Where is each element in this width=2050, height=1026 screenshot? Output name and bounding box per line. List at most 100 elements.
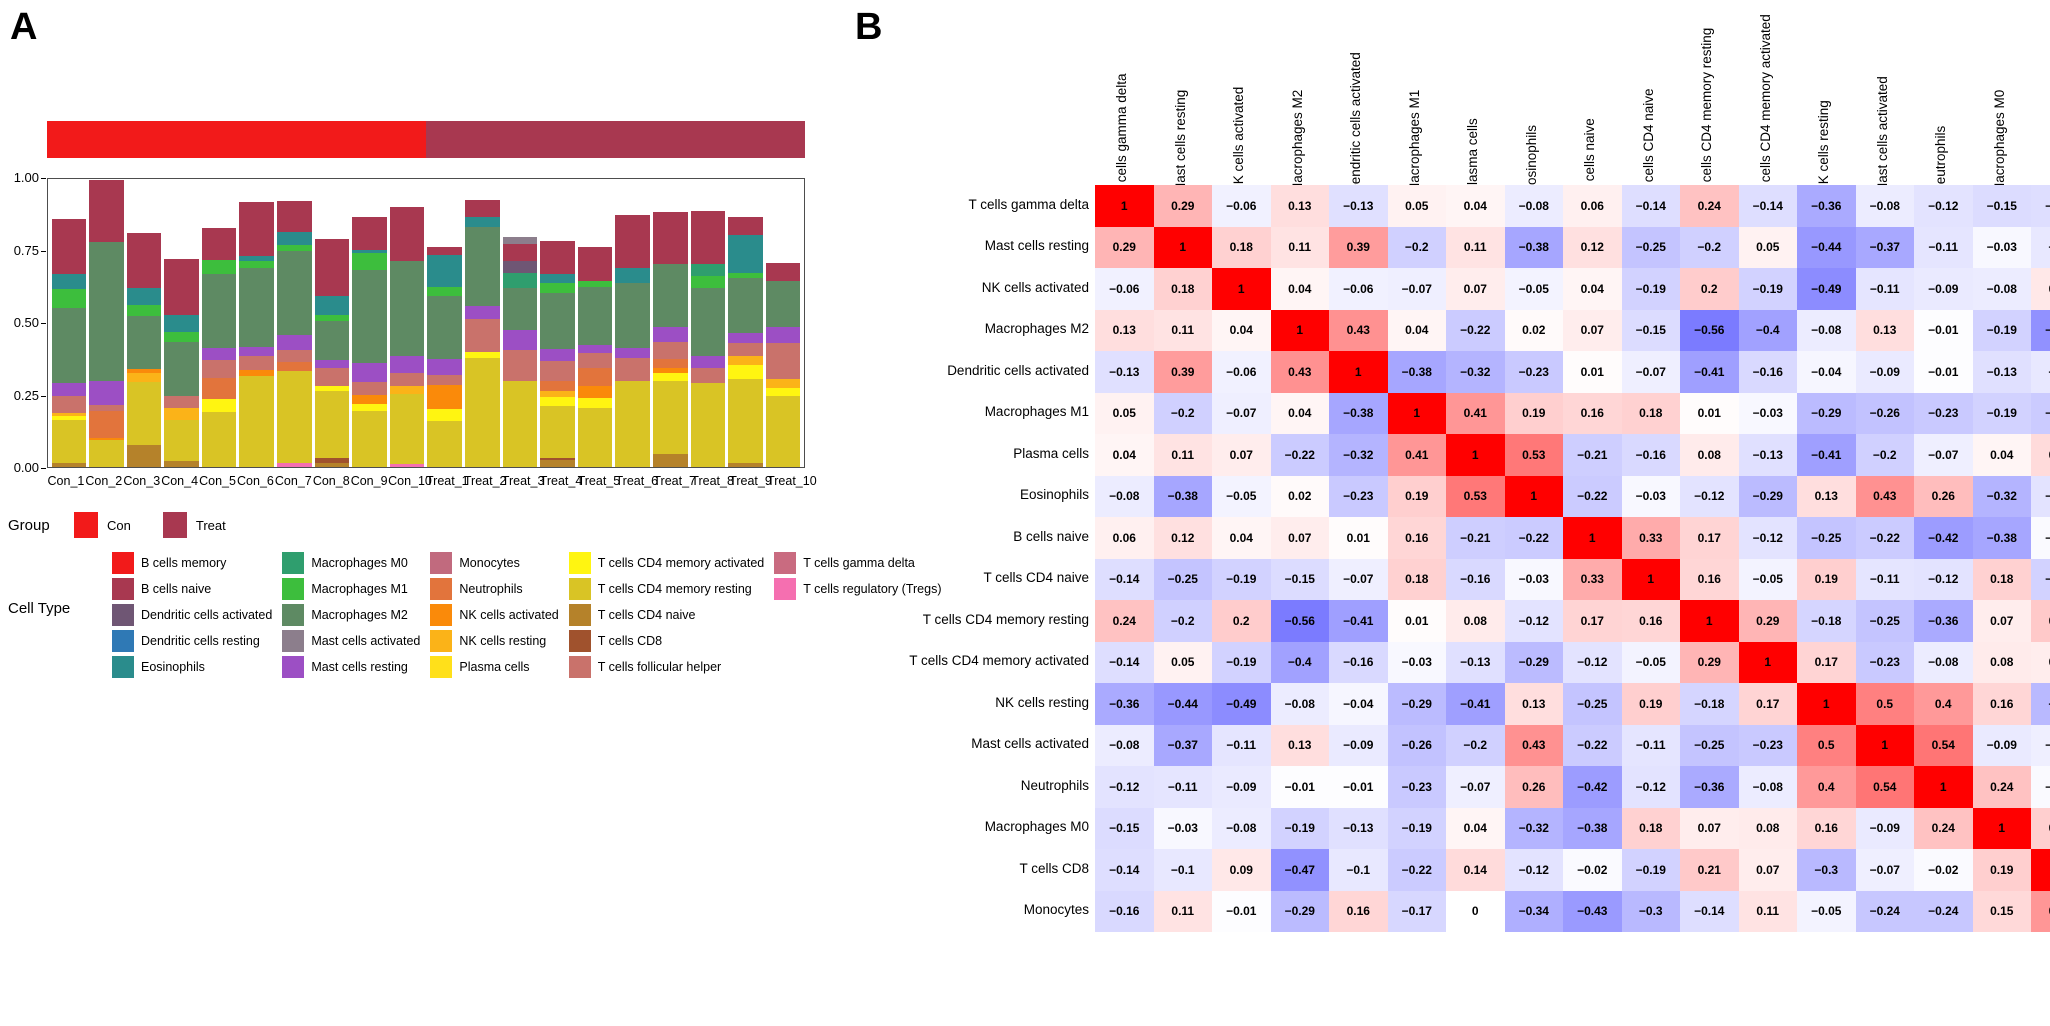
stacked-bar[interactable]	[427, 179, 463, 467]
heatmap-cell[interactable]: 1	[1621, 558, 1680, 600]
heatmap-cell[interactable]: −0.12	[1095, 766, 1154, 808]
cell-legend-item[interactable]: Plasma cells	[430, 656, 558, 678]
heatmap-cell[interactable]: 0.39	[1153, 351, 1212, 393]
heatmap-cell[interactable]: 0.09	[1212, 849, 1271, 891]
heatmap-cell[interactable]: 0.17	[1680, 517, 1739, 559]
heatmap-cell[interactable]: −0.07	[1621, 351, 1680, 393]
heatmap-cell[interactable]: −0.12	[1914, 185, 1973, 227]
heatmap-cell[interactable]: −0.29	[1387, 683, 1446, 725]
heatmap-cell[interactable]: −0.38	[1387, 351, 1446, 393]
heatmap-cell[interactable]: 0.08	[1972, 641, 2031, 683]
heatmap-cell[interactable]: −0.19	[1387, 807, 1446, 849]
heatmap-cell[interactable]: −0.06	[1095, 268, 1154, 310]
heatmap-cell[interactable]: −0.18	[1680, 683, 1739, 725]
heatmap-cell[interactable]: −0.37	[1153, 724, 1212, 766]
heatmap-cell[interactable]: 0.04	[1563, 268, 1622, 310]
heatmap-cell[interactable]: −0.03	[1153, 807, 1212, 849]
stacked-bar[interactable]	[164, 179, 199, 467]
heatmap-cell[interactable]: −0.01	[1212, 890, 1271, 932]
heatmap-cell[interactable]: 0.21	[1680, 849, 1739, 891]
heatmap-cell[interactable]: 0.24	[1972, 766, 2031, 808]
heatmap-cell[interactable]: 0.07	[1270, 517, 1329, 559]
heatmap-cell[interactable]: −0.3	[1797, 849, 1856, 891]
heatmap-cell[interactable]: −0.36	[1680, 766, 1739, 808]
heatmap-cell[interactable]: 0.13	[1504, 683, 1563, 725]
heatmap-cell[interactable]: 0.11	[1153, 890, 1212, 932]
cell-legend-item[interactable]: Mast cells resting	[282, 656, 420, 678]
heatmap-cell[interactable]: −0.38	[1153, 475, 1212, 517]
heatmap-cell[interactable]: −0.08	[1212, 807, 1271, 849]
heatmap-cell[interactable]: −0.56	[1270, 600, 1329, 642]
stacked-bar[interactable]	[615, 179, 650, 467]
heatmap-cell[interactable]: −0.08	[1797, 309, 1856, 351]
heatmap-cell[interactable]: −0.05	[1621, 641, 1680, 683]
heatmap-cell[interactable]: −0.3	[2031, 683, 2050, 725]
heatmap-cell[interactable]: −0.49	[1797, 268, 1856, 310]
heatmap-cell[interactable]: −0.1	[1329, 849, 1388, 891]
heatmap-cell[interactable]: −0.32	[1446, 351, 1505, 393]
heatmap-cell[interactable]: 0.13	[1270, 185, 1329, 227]
heatmap-cell[interactable]: 0.24	[1680, 185, 1739, 227]
heatmap-cell[interactable]: 0.16	[1680, 558, 1739, 600]
heatmap-cell[interactable]: −0.36	[1797, 185, 1856, 227]
heatmap-cell[interactable]: −0.44	[1797, 226, 1856, 268]
heatmap-cell[interactable]: 1	[1855, 724, 1914, 766]
cell-legend-item[interactable]: T cells follicular helper	[568, 656, 765, 678]
heatmap-cell[interactable]: 0.18	[1621, 807, 1680, 849]
heatmap-cell[interactable]: −0.2	[1446, 724, 1505, 766]
stacked-bar[interactable]	[690, 179, 726, 467]
heatmap-cell[interactable]: −0.16	[1621, 434, 1680, 476]
heatmap-cell[interactable]: 0.01	[1387, 600, 1446, 642]
cell-legend-item[interactable]: NK cells activated	[430, 604, 559, 626]
heatmap-cell[interactable]: −0.02	[2031, 766, 2050, 808]
heatmap-cell[interactable]: 0.04	[1446, 185, 1505, 227]
heatmap-cell[interactable]: 0.19	[2031, 807, 2050, 849]
heatmap-cell[interactable]: −0.23	[1738, 724, 1797, 766]
heatmap-cell[interactable]: 1	[1095, 185, 1154, 227]
heatmap-cell[interactable]: 0.07	[2031, 641, 2050, 683]
heatmap-cell[interactable]: 0.26	[1504, 766, 1563, 808]
heatmap-cell[interactable]: −0.42	[1914, 517, 1973, 559]
heatmap-cell[interactable]: 0.19	[1621, 683, 1680, 725]
heatmap-cell[interactable]: −0.14	[2031, 185, 2050, 227]
heatmap-cell[interactable]: −0.29	[1738, 475, 1797, 517]
heatmap-cell[interactable]: −0.05	[1738, 558, 1797, 600]
heatmap-cell[interactable]: 1	[1738, 641, 1797, 683]
heatmap-cell[interactable]: 0.16	[1797, 807, 1856, 849]
heatmap-cell[interactable]: 0.16	[1329, 890, 1388, 932]
heatmap-cell[interactable]: 0.07	[1212, 434, 1271, 476]
cell-legend-item[interactable]: T cells CD4 memory activated	[568, 552, 764, 574]
heatmap-cell[interactable]: −0.09	[1972, 724, 2031, 766]
heatmap-cell[interactable]: 0.17	[1563, 600, 1622, 642]
heatmap-cell[interactable]: −0.29	[1504, 641, 1563, 683]
heatmap-cell[interactable]: −0.32	[1504, 807, 1563, 849]
heatmap-cell[interactable]: −0.19	[1972, 309, 2031, 351]
stacked-bar[interactable]	[51, 179, 87, 467]
heatmap-cell[interactable]: −0.01	[1329, 766, 1388, 808]
stacked-bar[interactable]	[577, 179, 613, 467]
heatmap-cell[interactable]: −0.02	[2031, 517, 2050, 559]
heatmap-cell[interactable]: −0.16	[1329, 641, 1388, 683]
heatmap-cell[interactable]: 0.16	[1621, 600, 1680, 642]
heatmap-cell[interactable]: 0.16	[1387, 517, 1446, 559]
heatmap-cell[interactable]: −0.15	[1972, 185, 2031, 227]
heatmap-cell[interactable]: 1	[2031, 849, 2050, 891]
heatmap-cell[interactable]: 0.07	[1563, 309, 1622, 351]
heatmap-cell[interactable]: −0.07	[1329, 558, 1388, 600]
heatmap-cell[interactable]: 0.11	[1270, 226, 1329, 268]
heatmap-cell[interactable]: −0.1	[2031, 351, 2050, 393]
heatmap-cell[interactable]: 0.05	[1095, 392, 1154, 434]
heatmap-cell[interactable]: −0.02	[1914, 849, 1973, 891]
stacked-bar[interactable]	[314, 179, 350, 467]
heatmap-cell[interactable]: −0.04	[1329, 683, 1388, 725]
heatmap-cell[interactable]: 0.17	[1797, 641, 1856, 683]
cell-legend-item[interactable]: Dendritic cells activated	[112, 604, 272, 626]
heatmap-cell[interactable]: −0.12	[1504, 849, 1563, 891]
heatmap-cell[interactable]: −0.32	[1972, 475, 2031, 517]
stacked-bar[interactable]	[277, 179, 312, 467]
heatmap-cell[interactable]: −0.38	[1504, 226, 1563, 268]
heatmap-cell[interactable]: −0.15	[1621, 309, 1680, 351]
heatmap-cell[interactable]: −0.09	[1212, 766, 1271, 808]
heatmap-cell[interactable]: 0.04	[1212, 309, 1271, 351]
heatmap-cell[interactable]: −0.03	[1621, 475, 1680, 517]
